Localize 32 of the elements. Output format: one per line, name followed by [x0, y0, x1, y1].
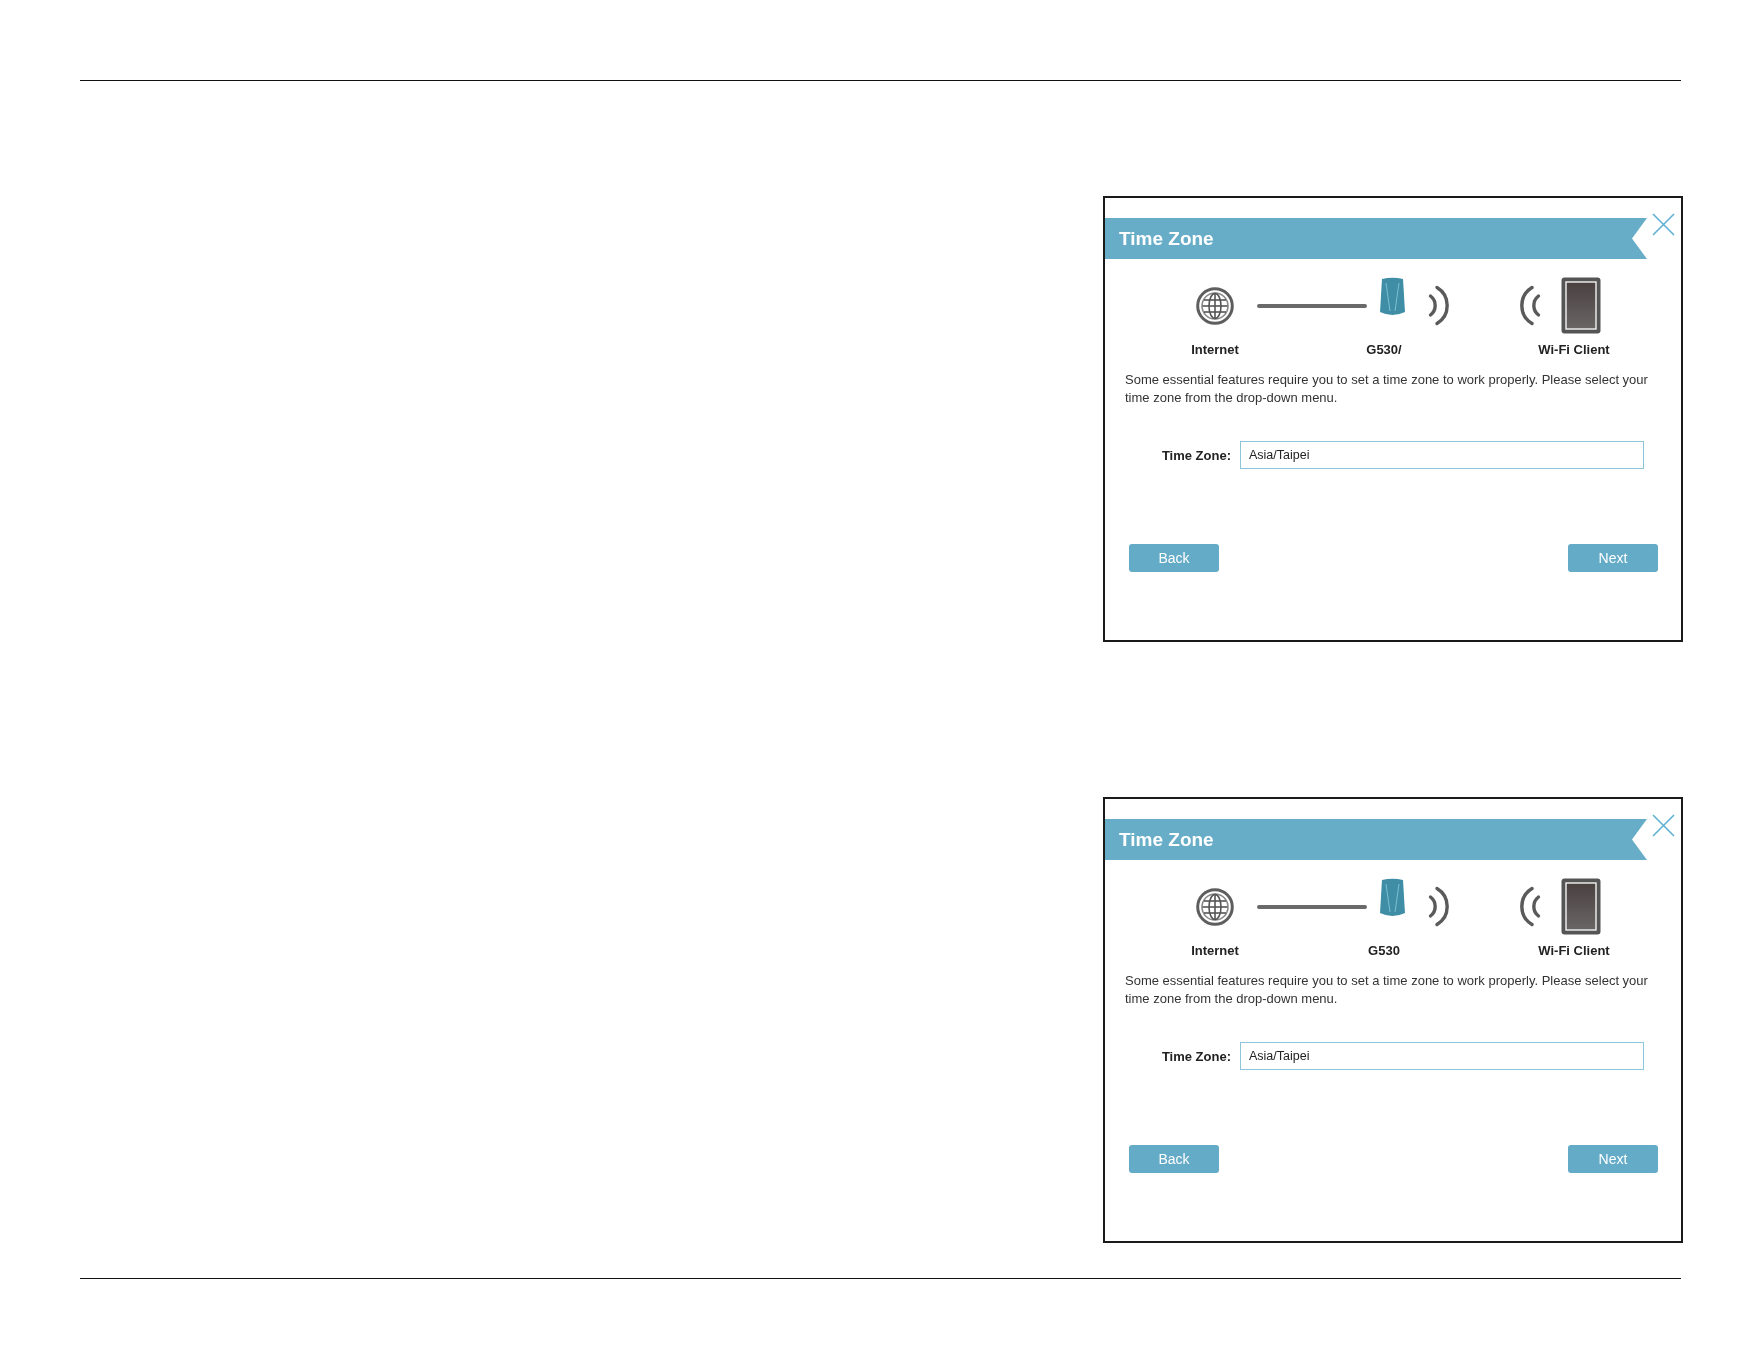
close-icon	[1652, 814, 1675, 837]
title-banner: Time Zone	[1105, 218, 1647, 259]
time-zone-field[interactable]: Asia/Taipei	[1240, 1042, 1644, 1070]
node-label: Internet	[1190, 342, 1240, 358]
back-button[interactable]: Back	[1129, 544, 1219, 572]
node-label: Wi-Fi Client	[1537, 342, 1611, 358]
tablet-icon	[1561, 878, 1601, 935]
node-label: Internet	[1190, 943, 1240, 959]
signal-waves-icon	[1428, 886, 1449, 927]
signal-waves-icon	[1428, 285, 1449, 326]
field-label: Time Zone:	[1160, 447, 1231, 463]
close-button[interactable]	[1652, 814, 1675, 837]
close-button[interactable]	[1652, 213, 1675, 236]
signal-waves-icon	[1520, 285, 1541, 326]
description-text: Some essential features require you to set a time zone to work properly. Please select your time zone from the drop-down menu.	[1125, 972, 1649, 1008]
node-label: G530/	[1365, 342, 1403, 358]
description-text: Some essential features require you to set a time zone to work properly. Please select your time zone from the drop-down menu.	[1125, 371, 1649, 407]
title-banner: Time Zone	[1105, 819, 1647, 860]
tablet-icon	[1561, 277, 1601, 334]
next-button[interactable]: Next	[1568, 1145, 1658, 1173]
globe-icon	[1196, 887, 1234, 926]
router-icon	[1380, 878, 1405, 918]
close-icon	[1652, 213, 1675, 236]
next-button[interactable]: Next	[1568, 544, 1658, 572]
router-icon	[1380, 277, 1405, 317]
node-label: Wi-Fi Client	[1537, 943, 1611, 959]
field-label: Time Zone:	[1160, 1048, 1231, 1064]
time-zone-field[interactable]: Asia/Taipei	[1240, 441, 1644, 469]
node-label: G530	[1367, 943, 1401, 959]
back-button[interactable]: Back	[1129, 1145, 1219, 1173]
globe-icon	[1196, 286, 1234, 325]
signal-waves-icon	[1520, 886, 1541, 927]
